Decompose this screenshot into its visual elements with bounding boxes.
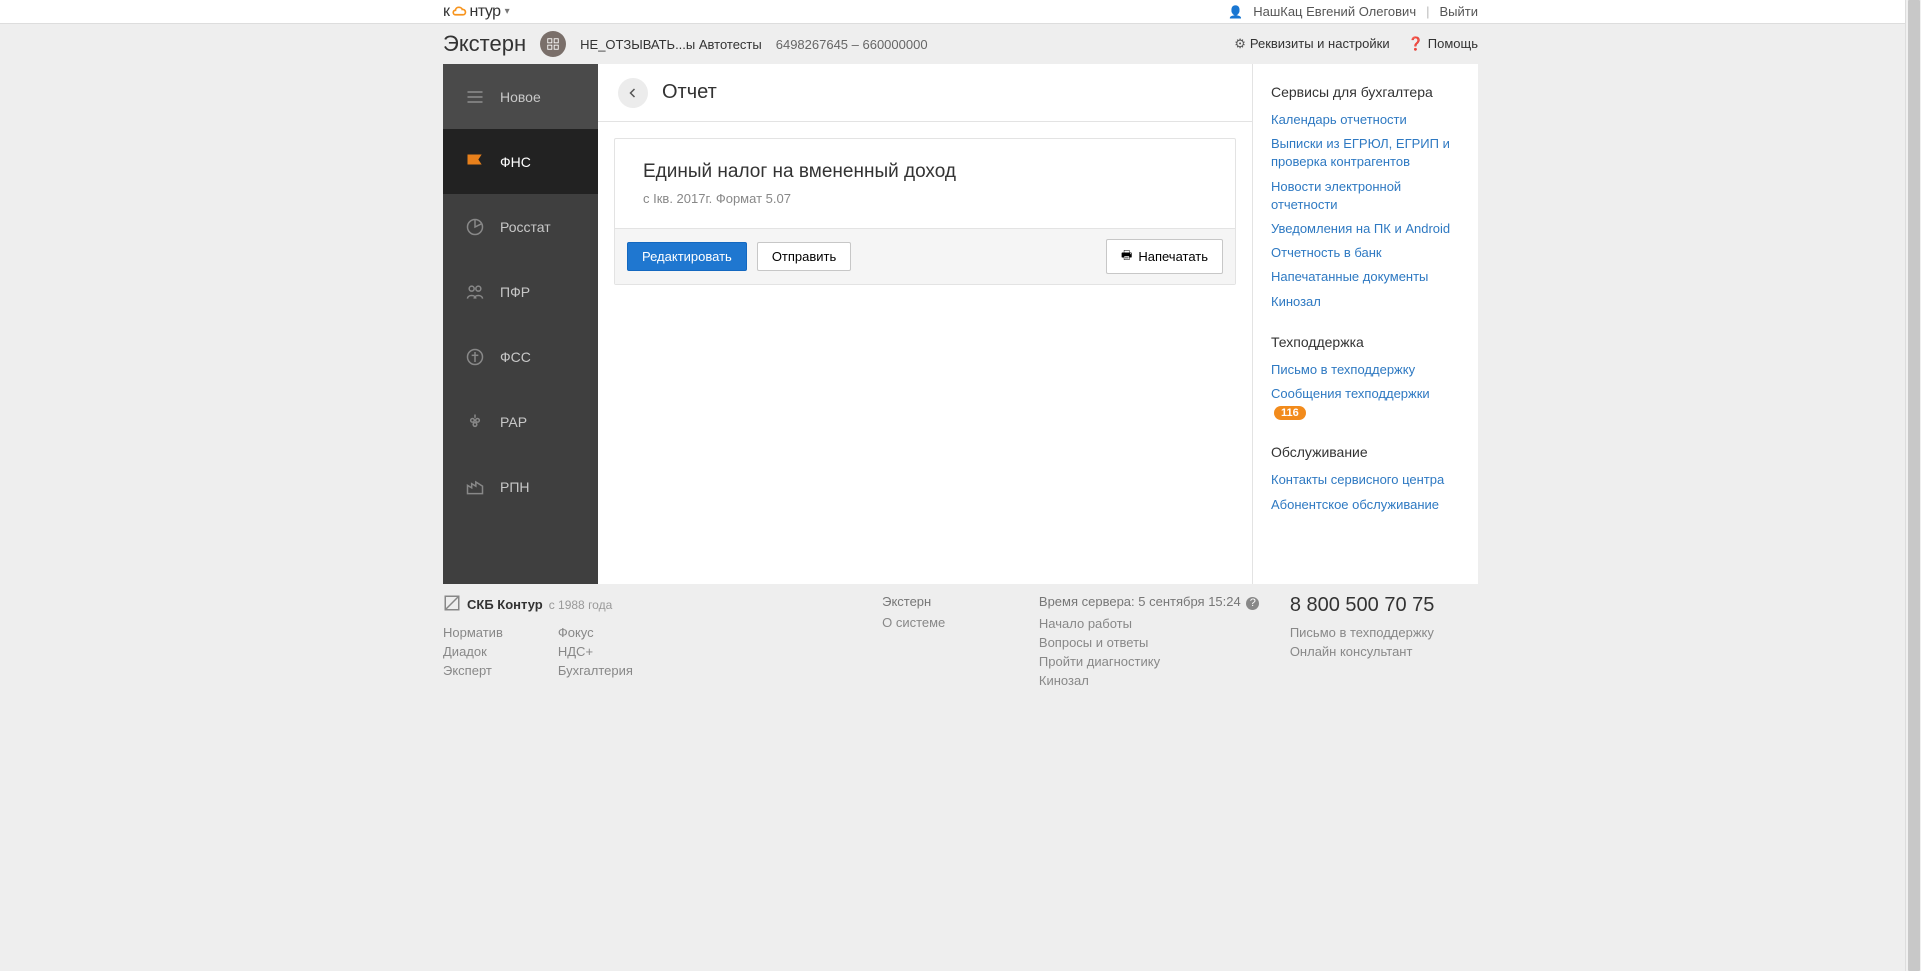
grapes-icon: [465, 412, 485, 432]
sidebar-item-rpn[interactable]: РПН: [443, 454, 598, 519]
sidebar-item-rosstat[interactable]: Росстат: [443, 194, 598, 259]
print-button[interactable]: 🖶Напечатать: [1106, 239, 1223, 274]
footer-link[interactable]: Диадок: [443, 642, 503, 661]
app-title: Экстерн: [443, 31, 526, 57]
factory-icon: [465, 477, 485, 497]
footer-brand: СКБ Контур: [467, 597, 543, 612]
chevron-down-icon: ▾: [505, 1, 510, 23]
print-icon: 🖶: [1121, 246, 1132, 267]
cloud-icon: [451, 1, 469, 23]
footer-link[interactable]: Онлайн консультант: [1290, 642, 1478, 661]
footer-link[interactable]: Эксперт: [443, 661, 503, 680]
sidebar-item-fns[interactable]: ФНС: [443, 129, 598, 194]
footer-link[interactable]: Норматив: [443, 623, 503, 642]
grid-icon: [546, 37, 560, 51]
rp-section-title: Обслуживание: [1271, 444, 1460, 460]
list-icon: [465, 87, 485, 107]
report-title: Единый налог на вмененный доход: [643, 161, 1207, 183]
badge: 116: [1274, 406, 1306, 420]
server-time: Время сервера: 5 сентября 15:24 ?: [1039, 594, 1290, 610]
footer-since: с 1988 года: [549, 598, 613, 612]
header: Экстерн НЕ_ОТЗЫВАТЬ...ы Автотесты 649826…: [443, 24, 1478, 64]
back-button[interactable]: [618, 78, 648, 108]
scrollbar[interactable]: [1905, 0, 1921, 971]
rp-link[interactable]: Календарь отчетности: [1271, 108, 1460, 132]
topbar: кнтур▾ 👤 НашКац Евгений Олегович | Выйти: [0, 0, 1921, 24]
footer-link[interactable]: Пройти диагностику: [1039, 652, 1290, 671]
help-icon: ❓: [1408, 36, 1424, 51]
rp-link[interactable]: Напечатанные документы: [1271, 265, 1460, 289]
footer-link[interactable]: Начало работы: [1039, 614, 1290, 633]
edit-button[interactable]: Редактировать: [627, 242, 747, 271]
rp-section-title: Сервисы для бухгалтера: [1271, 84, 1460, 100]
flag-icon: [465, 152, 485, 172]
footer-link[interactable]: О системе: [882, 613, 1039, 632]
page-title: Отчет: [662, 81, 717, 104]
sidebar-item-label: РАР: [500, 414, 527, 430]
user-icon: 👤: [1228, 1, 1243, 23]
sidebar-item-label: ПФР: [500, 284, 530, 300]
sidebar-item-pfr[interactable]: ПФР: [443, 259, 598, 324]
footer-link[interactable]: Вопросы и ответы: [1039, 633, 1290, 652]
rp-link[interactable]: Отчетность в банк: [1271, 241, 1460, 265]
logout-link[interactable]: Выйти: [1440, 1, 1479, 23]
rp-section-title: Техподдержка: [1271, 334, 1460, 350]
kontur-logo[interactable]: кнтур▾: [443, 1, 509, 23]
piechart-icon: [465, 217, 485, 237]
rp-link[interactable]: Письмо в техподдержку: [1271, 358, 1460, 382]
footer-link[interactable]: НДС+: [558, 642, 633, 661]
send-button[interactable]: Отправить: [757, 242, 851, 271]
sidebar-item-fss[interactable]: ФСС: [443, 324, 598, 389]
sidebar: Новое ФНС Росстат ПФР ФСС РАР: [443, 64, 598, 584]
sidebar-item-new[interactable]: Новое: [443, 64, 598, 129]
footer-phone: 8 800 500 70 75: [1290, 594, 1478, 617]
brand-icon: [443, 594, 461, 615]
report-card: Единый налог на вмененный доход с Iкв. 2…: [614, 138, 1236, 285]
sidebar-item-label: Росстат: [500, 219, 551, 235]
people-icon: [465, 282, 485, 302]
sidebar-item-label: ФНС: [500, 154, 531, 170]
footer-link[interactable]: Фокус: [558, 623, 633, 642]
footer-link[interactable]: Кинозал: [1039, 671, 1290, 690]
org-code: 6498267645 – 660000000: [776, 37, 928, 52]
org-avatar[interactable]: [540, 31, 566, 57]
settings-link[interactable]: ⚙Реквизиты и настройки: [1234, 36, 1389, 52]
sidebar-item-label: ФСС: [500, 349, 531, 365]
chevron-left-icon: [627, 87, 639, 99]
footer-section-head: Экстерн: [882, 594, 1039, 609]
user-name[interactable]: НашКац Евгений Олегович: [1253, 1, 1416, 23]
footer: СКБ Контур с 1988 года Норматив Диадок Э…: [443, 584, 1478, 720]
rp-link[interactable]: Выписки из ЕГРЮЛ, ЕГРИП и проверка контр…: [1271, 132, 1460, 174]
org-name[interactable]: НЕ_ОТЗЫВАТЬ...ы Автотесты: [580, 37, 762, 52]
sidebar-item-label: Новое: [500, 89, 541, 105]
gear-icon: ⚙: [1234, 36, 1246, 51]
footer-link[interactable]: Бухгалтерия: [558, 661, 633, 680]
rp-link-support-messages[interactable]: Сообщения техподдержки 116: [1271, 382, 1460, 425]
rp-link[interactable]: Абонентское обслуживание: [1271, 493, 1460, 517]
footer-link[interactable]: Письмо в техподдержку: [1290, 623, 1478, 642]
sidebar-item-rar[interactable]: РАР: [443, 389, 598, 454]
sidebar-item-label: РПН: [500, 479, 530, 495]
rp-link[interactable]: Новости электронной отчетности: [1271, 175, 1460, 217]
coin-icon: [465, 347, 485, 367]
rp-link[interactable]: Кинозал: [1271, 290, 1460, 314]
rp-link[interactable]: Контакты сервисного центра: [1271, 468, 1460, 492]
help-link[interactable]: ❓Помощь: [1408, 36, 1478, 52]
help-icon[interactable]: ?: [1246, 597, 1259, 610]
right-panel: Сервисы для бухгалтера Календарь отчетно…: [1253, 64, 1478, 584]
rp-link[interactable]: Уведомления на ПК и Android: [1271, 217, 1460, 241]
report-subtitle: с Iкв. 2017г. Формат 5.07: [643, 191, 1207, 206]
